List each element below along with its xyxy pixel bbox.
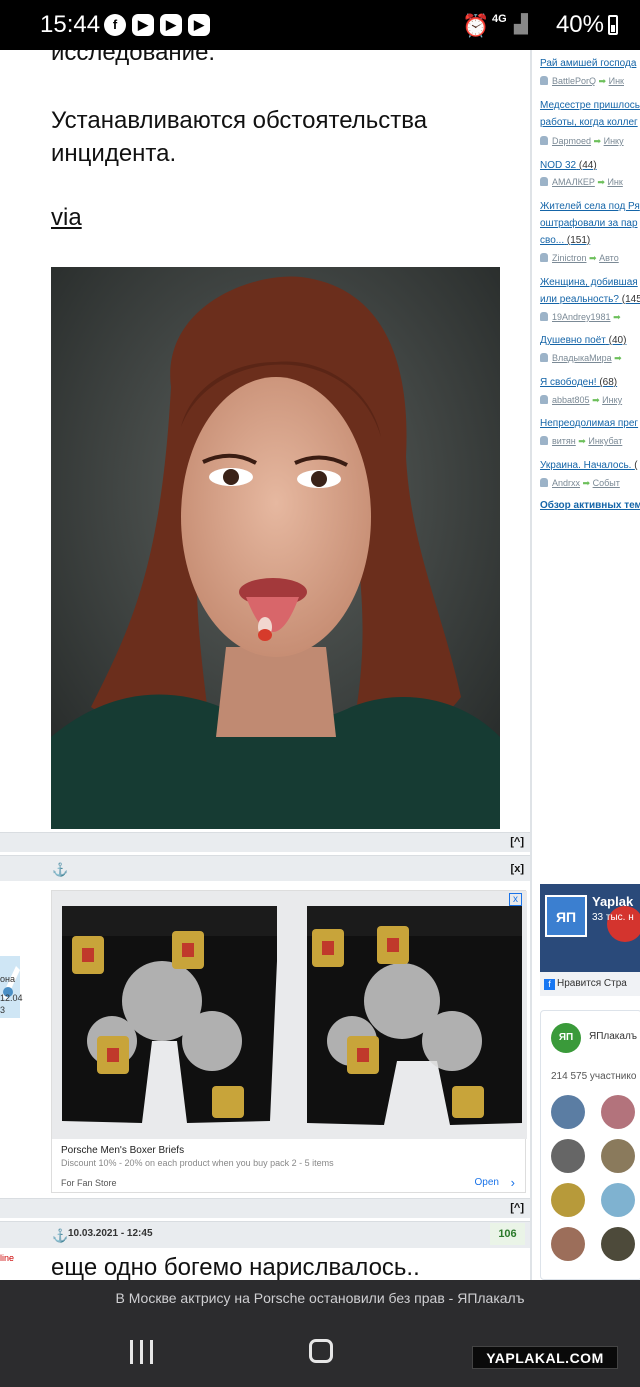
close-button[interactable]: [x] [511, 863, 524, 875]
sidebar-topic-meta: ВладыкаМира ➡ [540, 353, 622, 364]
avatar[interactable] [601, 1139, 635, 1173]
ad-title[interactable]: Porsche Men's Boxer Briefs [61, 1145, 184, 1156]
woman-portrait-image [51, 267, 500, 829]
sidebar-topic-link[interactable]: Рай амишей господа [540, 56, 636, 72]
scroll-top-button[interactable]: [^] [510, 1202, 524, 1214]
status-bar: 15:44 f ▶ ▶ ▶ ⏰ 4G ▟ 40% [0, 0, 640, 50]
avatar[interactable] [601, 1227, 635, 1261]
post-footer-bar: [^] [0, 832, 530, 852]
watermark: YAPLAKAL.COM [472, 1346, 618, 1369]
battery-level: 40% [555, 11, 604, 38]
anchor-icon[interactable]: ⚓ [52, 1228, 68, 1244]
ad-open-button[interactable]: Open [475, 1177, 499, 1188]
youtube-icon: ▶ [188, 14, 210, 36]
signal-icon: ▟ [514, 14, 528, 34]
post-date: 10.03.2021 - 12:45 [68, 1228, 153, 1239]
vk-widget[interactable]: ЯП ЯПлакалъ 214 575 участнико [540, 1010, 640, 1280]
page-title-notification: В Москве актрису на Porsche остановили б… [0, 1280, 640, 1318]
ad-store: For Fan Store [61, 1178, 117, 1188]
avatar[interactable] [601, 1183, 635, 1217]
recent-apps-button[interactable] [130, 1340, 154, 1364]
facebook-icon: f [544, 979, 555, 990]
avatar[interactable] [551, 1095, 585, 1129]
active-topics-link[interactable]: Обзор активных тем [540, 500, 640, 511]
boxer-briefs-image [62, 906, 522, 1125]
chevron-right-icon[interactable]: › [511, 1175, 515, 1190]
user-icon [540, 436, 548, 445]
post-paragraph: исследование. [51, 50, 216, 66]
user-icon [540, 253, 548, 262]
ad-banner[interactable]: x Porsche Men's Boxer Briefs Discount 10… [51, 890, 527, 1193]
fb-like-button[interactable]: f Нравится Стра [540, 972, 640, 996]
youtube-icon: ▶ [132, 14, 154, 36]
vk-group-name[interactable]: ЯПлакалъ [589, 1031, 637, 1042]
user-icon [540, 312, 548, 321]
user-reg-date: 12.04 [0, 993, 23, 1003]
scroll-top-button[interactable]: [^] [510, 836, 524, 848]
sidebar-topic-meta: Dapmoed ➡ Инку [540, 136, 624, 147]
avatar[interactable] [551, 1183, 585, 1217]
sidebar-topic-link[interactable]: оштрафовали за пар [540, 216, 638, 232]
main-content: исследование. Устанавливаются обстоятель… [0, 50, 530, 1280]
fb-followers: 33 тыс. н [592, 912, 634, 923]
fb-page-name[interactable]: Yaplak [592, 894, 633, 909]
status-time: 15:44 [40, 11, 101, 38]
sidebar-topic-meta: abbat805 ➡ Инку [540, 395, 622, 406]
post-rating[interactable]: 106 [490, 1223, 525, 1245]
home-button[interactable] [309, 1339, 333, 1363]
post-paragraph: Устанавливаются обстоятельства инцидента… [51, 107, 428, 167]
vk-group-logo[interactable]: ЯП [551, 1023, 581, 1053]
sidebar: Рай амишей господа BattlePorQ ➡ Инк Медс… [530, 50, 640, 1280]
sidebar-topic-link[interactable]: Украина. Началось. ( [540, 458, 638, 474]
user-icon [540, 478, 548, 487]
anchor-icon[interactable]: ⚓ [52, 862, 68, 878]
sidebar-topic-meta: BattlePorQ ➡ Инк [540, 76, 624, 87]
post-footer-bar: [^] [0, 1198, 530, 1218]
sidebar-topic-link[interactable]: Я свободен! (68) [540, 375, 617, 391]
post-photo [51, 267, 500, 829]
youtube-icon: ▶ [160, 14, 182, 36]
sidebar-topic-meta: 19Andrey1981 ➡ [540, 312, 621, 323]
battery-icon [608, 15, 618, 35]
user-online-status: line [0, 1253, 15, 1263]
user-icon [540, 395, 548, 404]
sidebar-topic-link[interactable]: Непреодолимая прег [540, 416, 638, 432]
user-posts: 3 [0, 1005, 6, 1015]
sidebar-topic-meta: витян ➡ Инкубат [540, 436, 622, 447]
user-icon [540, 177, 548, 186]
sidebar-topic-link[interactable]: Жителей села под Ря [540, 199, 640, 215]
sidebar-topic-link[interactable]: сво... (151) [540, 233, 590, 249]
user-icon [540, 76, 548, 85]
sidebar-topic-link[interactable]: работы, когда коллег [540, 115, 638, 131]
sidebar-topic-link[interactable]: NOD 32 (44) [540, 158, 597, 174]
sidebar-topic-link[interactable]: Медсестре пришлось [540, 98, 640, 114]
user-name: она [0, 974, 15, 984]
post-header-bar: ⚓ [x] [0, 855, 530, 881]
sidebar-topic-link[interactable]: или реальность? (145 [540, 292, 640, 308]
sidebar-topic-meta: Zinictron ➡ Авто [540, 253, 619, 264]
sidebar-topic-link[interactable]: Женщина, добившая [540, 275, 638, 291]
ad-subtitle: Discount 10% - 20% on each product when … [61, 1158, 334, 1168]
avatar[interactable] [551, 1227, 585, 1261]
via-link[interactable]: via [51, 204, 82, 232]
svg-text:ЯП: ЯП [556, 909, 576, 925]
sidebar-topic-link[interactable]: Душевно поёт (40) [540, 333, 626, 349]
sidebar-topic-meta: Andrxx ➡ Событ [540, 478, 620, 489]
sidebar-topic-meta: АМАЛКЕР ➡ Инк [540, 177, 623, 188]
facebook-icon: f [104, 14, 126, 36]
ad-image[interactable] [52, 891, 527, 1139]
avatar[interactable] [601, 1095, 635, 1129]
ad-close-button[interactable]: x [509, 893, 522, 906]
network-type: 4G [492, 13, 507, 25]
vk-member-count: 214 575 участнико [551, 1071, 637, 1082]
user-icon [540, 353, 548, 362]
avatar[interactable] [551, 1139, 585, 1173]
user-icon [540, 136, 548, 145]
alarm-icon: ⏰ [462, 13, 490, 38]
post-text: еще одно богемо нарислвалось.. [51, 1254, 420, 1280]
